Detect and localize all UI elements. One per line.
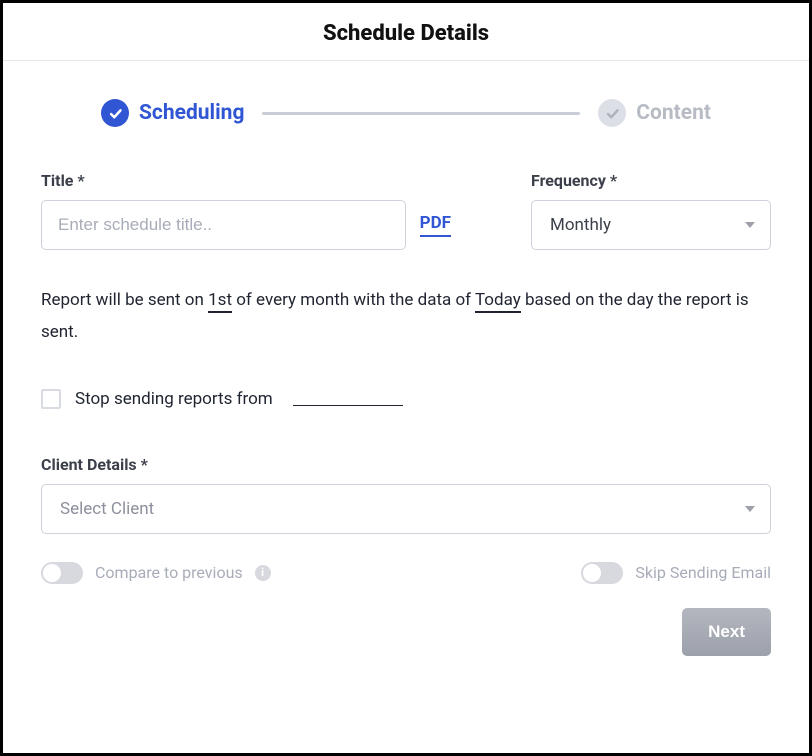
stepper-line — [262, 112, 580, 115]
client-select[interactable]: Select Client — [41, 484, 771, 534]
check-icon — [598, 99, 626, 127]
frequency-label: Frequency * — [531, 171, 771, 190]
schedule-summary-text: Report will be sent on 1st of every mont… — [41, 284, 771, 349]
client-select-value: Select Client — [60, 499, 154, 519]
stop-sending-label: Stop sending reports from — [75, 389, 273, 409]
step-label: Content — [636, 101, 711, 125]
check-icon — [101, 99, 129, 127]
step-label: Scheduling — [139, 101, 244, 125]
day-of-month-value[interactable]: 1st — [208, 290, 232, 313]
info-icon[interactable]: i — [255, 565, 271, 581]
skip-email-toggle[interactable] — [581, 562, 623, 584]
frequency-select[interactable]: Monthly — [531, 200, 771, 250]
title-label: Title * — [41, 171, 451, 190]
compare-toggle[interactable] — [41, 562, 83, 584]
next-button[interactable]: Next — [682, 608, 771, 656]
dialog-header: Schedule Details — [3, 3, 809, 61]
data-range-value[interactable]: Today — [475, 290, 521, 313]
step-scheduling[interactable]: Scheduling — [101, 99, 244, 127]
stop-sending-date-input[interactable] — [293, 392, 403, 406]
title-input[interactable] — [41, 200, 406, 250]
client-details-label: Client Details * — [41, 455, 771, 474]
page-title: Schedule Details — [3, 21, 809, 46]
step-content[interactable]: Content — [598, 99, 711, 127]
stepper: Scheduling Content — [41, 99, 771, 127]
stop-sending-checkbox[interactable] — [41, 389, 61, 409]
skip-email-label: Skip Sending Email — [635, 563, 771, 582]
compare-label: Compare to previous — [95, 563, 243, 582]
pdf-link[interactable]: PDF — [420, 213, 451, 237]
frequency-value: Monthly — [550, 215, 611, 235]
